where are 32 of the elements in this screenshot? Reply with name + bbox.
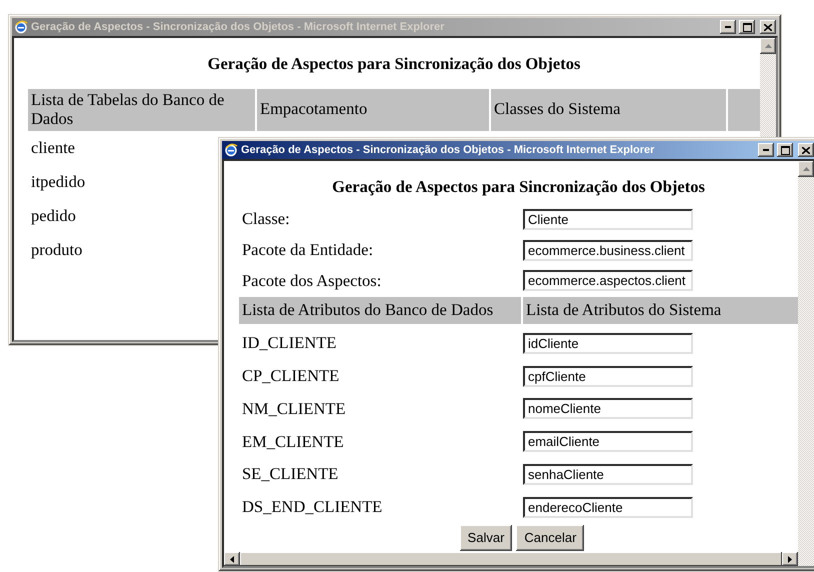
window-title: Geração de Aspectos - Sincronização dos Objetos - Microsoft Internet Explorer	[241, 142, 656, 158]
save-button[interactable]: Salvar	[460, 525, 512, 551]
column-header: Empacotamento	[257, 88, 489, 131]
text-field[interactable]: idCliente	[523, 332, 693, 354]
column-header: Classes do Sistema	[491, 88, 726, 131]
field-label: Pacote da Entidade:	[241, 240, 374, 259]
column-header: Lista de Atributos do Banco de Dados	[239, 297, 521, 324]
text-field[interactable]: emailCliente	[523, 431, 693, 452]
column-header: Lista de Tabelas do Banco de Dados	[28, 88, 255, 131]
text-field[interactable]: ecommerce.business.client	[523, 240, 693, 260]
attribute-name: NM_CLIENTE	[241, 400, 347, 418]
attribute-name: ID_CLIENTE	[241, 334, 338, 352]
text-field[interactable]: nomeCliente	[523, 398, 693, 420]
cancel-button[interactable]: Cancelar	[516, 525, 584, 551]
table-link[interactable]: itpedido	[31, 172, 86, 191]
table-link[interactable]: pedido	[31, 206, 76, 225]
attribute-name: SE_CLIENTE	[241, 465, 340, 484]
page-heading: Geração de Aspectos para Sincronização dos Objetos	[206, 53, 582, 75]
text-field[interactable]: Cliente	[523, 208, 693, 230]
table-link[interactable]: produto	[31, 240, 82, 259]
text-field[interactable]: cpfCliente	[523, 366, 693, 387]
attribute-name: DS_END_CLIENTE	[241, 498, 384, 516]
page-heading: Geração de Aspectos para Sincronização dos Objetos	[331, 176, 706, 198]
field-label: Pacote dos Aspectos:	[241, 272, 382, 290]
attribute-name: CP_CLIENTE	[241, 367, 340, 386]
text-field[interactable]: enderecoCliente	[523, 496, 693, 518]
field-label: Classe:	[241, 210, 291, 228]
column-header: Lista de Atributos do Sistema	[523, 297, 799, 324]
table-link[interactable]: cliente	[31, 138, 75, 157]
attribute-name: EM_CLIENTE	[241, 432, 345, 451]
text-field[interactable]: senhaCliente	[523, 464, 693, 485]
text-field[interactable]: ecommerce.aspectos.client	[523, 270, 693, 292]
